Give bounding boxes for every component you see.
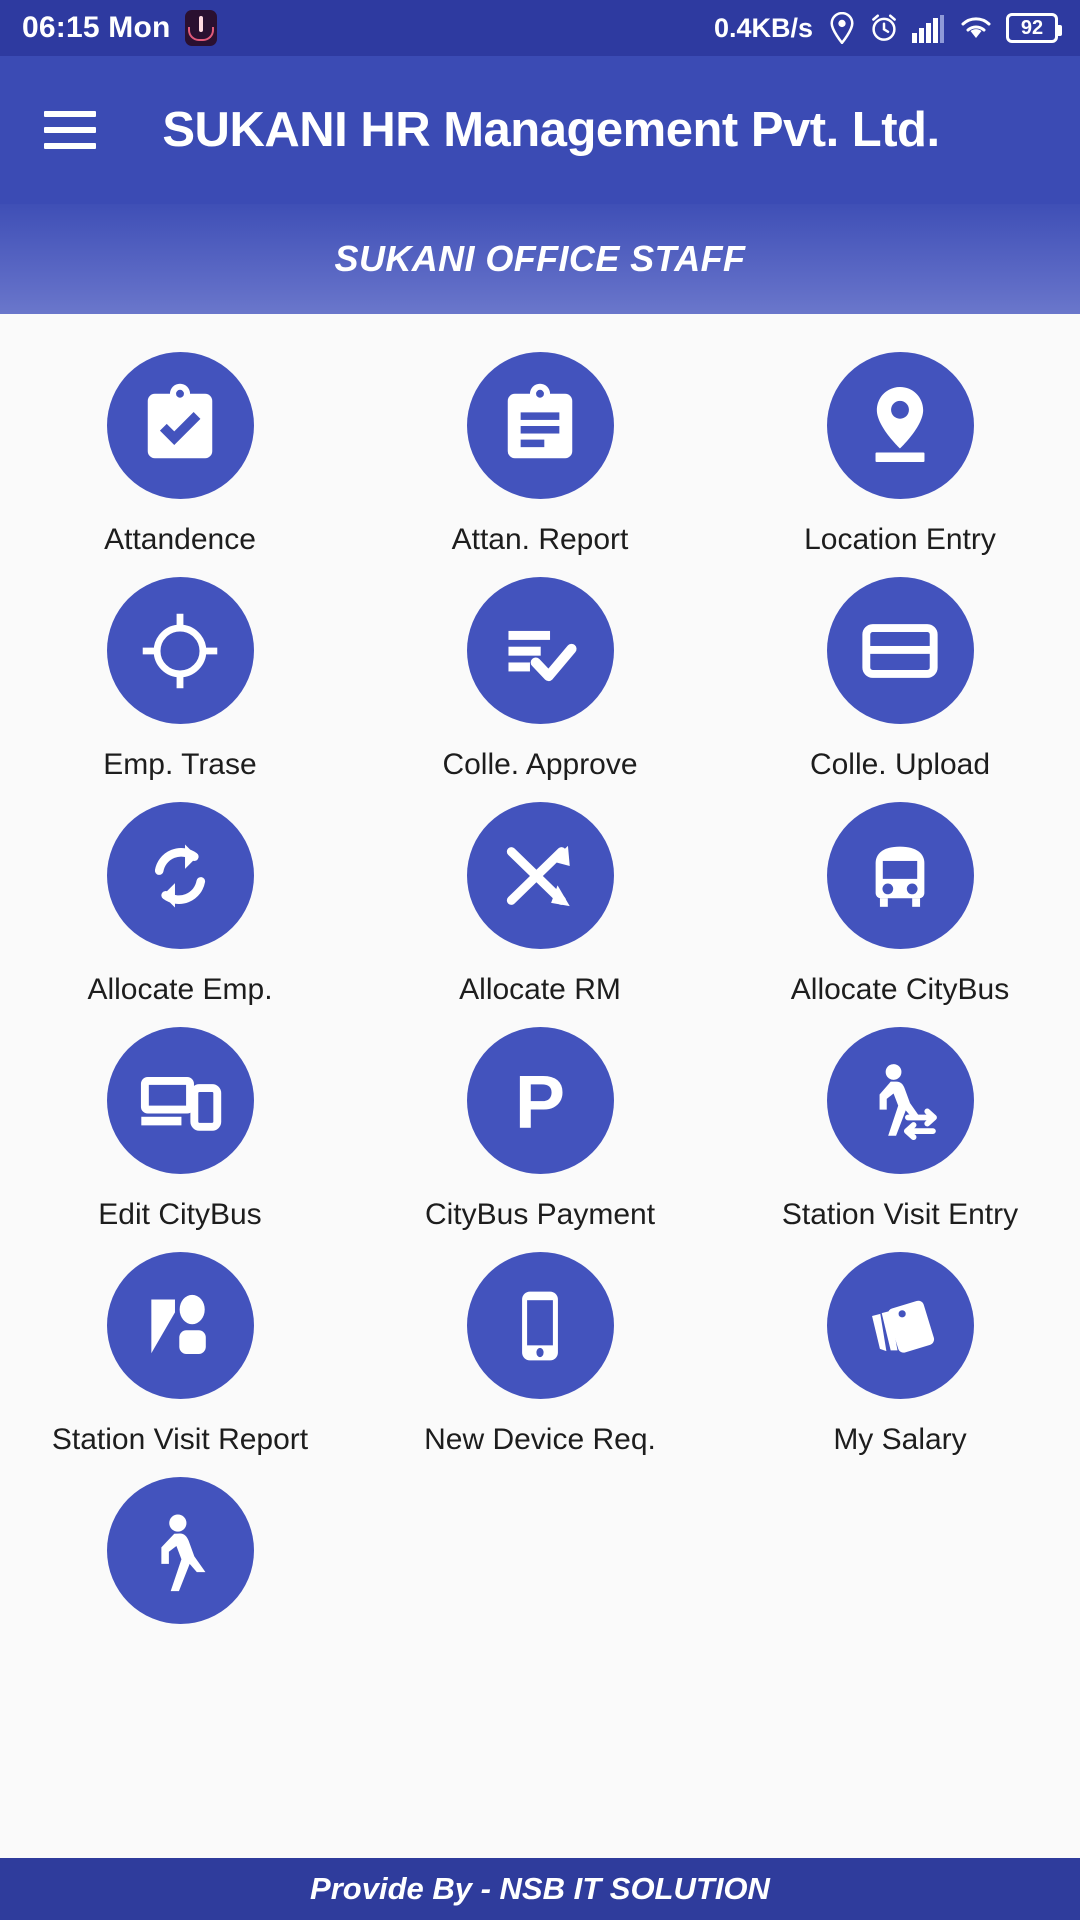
walking-person-transfer-icon[interactable] xyxy=(826,1027,974,1174)
menu-tile-label: Emp. Trase xyxy=(103,748,257,781)
crosshair-target-icon[interactable] xyxy=(106,577,254,724)
list-check-icon[interactable] xyxy=(466,577,614,724)
subtitle-label: SUKANI OFFICE STAFF xyxy=(334,238,746,279)
money-cards-icon[interactable] xyxy=(826,1252,974,1399)
mobile-phone-icon[interactable] xyxy=(466,1252,614,1399)
menu-tile[interactable]: My Salary xyxy=(720,1234,1080,1459)
menu-tile-label: Colle. Approve xyxy=(442,748,638,781)
menu-tile[interactable]: Colle. Upload xyxy=(720,559,1080,784)
menu-tile[interactable]: Allocate Emp. xyxy=(0,784,360,1009)
location-pin-icon[interactable] xyxy=(826,352,974,499)
menu-tile[interactable]: Emp. Trase xyxy=(0,559,360,784)
menu-tile[interactable]: Colle. Approve xyxy=(360,559,720,784)
menu-tile-label: Station Visit Report xyxy=(51,1423,309,1456)
signal-bars-icon xyxy=(912,13,946,43)
menu-tile[interactable]: Station Visit Entry xyxy=(720,1009,1080,1234)
menu-scroll-area[interactable]: Attandence Attan. Report Location Entry … xyxy=(0,314,1080,1858)
app-bar: SUKANI HR Management Pvt. Ltd. xyxy=(0,56,1080,204)
menu-tile-label: Attandence xyxy=(104,523,256,556)
menu-grid: Attandence Attan. Report Location Entry … xyxy=(0,314,1080,1684)
person-report-icon[interactable] xyxy=(106,1252,254,1399)
menu-tile[interactable]: Edit CityBus xyxy=(0,1009,360,1234)
svg-text:P: P xyxy=(515,1059,565,1143)
footer-bar: Provide By - NSB IT SOLUTION xyxy=(0,1858,1080,1920)
menu-tile[interactable]: Station Visit Report xyxy=(0,1234,360,1459)
location-pin-icon xyxy=(828,12,856,44)
shuffle-arrows-icon[interactable] xyxy=(466,802,614,949)
menu-tile-label: New Device Req. xyxy=(424,1423,656,1456)
hamburger-line xyxy=(44,143,96,149)
rocket-app-icon xyxy=(184,10,217,46)
menu-tile[interactable]: P CityBus Payment xyxy=(360,1009,720,1234)
menu-tile[interactable]: Attan. Report xyxy=(360,334,720,559)
wifi-icon xyxy=(959,14,993,42)
menu-tile-label: Location Entry xyxy=(804,523,996,556)
sync-arrows-icon[interactable] xyxy=(106,802,254,949)
menu-tile[interactable]: Attandence xyxy=(0,334,360,559)
status-clock: 06:15 Mon xyxy=(22,11,171,44)
subtitle-band: SUKANI OFFICE STAFF xyxy=(0,204,1080,314)
menu-tile-label: Attan. Report xyxy=(451,523,629,556)
footer-credit-label: Provide By - NSB IT SOLUTION xyxy=(310,1871,770,1906)
status-bar-left: 06:15 Mon xyxy=(22,10,217,46)
page-title: SUKANI HR Management Pvt. Ltd. xyxy=(162,103,940,157)
menu-tile-label: Allocate CityBus xyxy=(790,973,1010,1006)
menu-tile-label: My Salary xyxy=(833,1423,967,1456)
bus-icon[interactable] xyxy=(826,802,974,949)
status-bar: 06:15 Mon 0.4KB/s 92 xyxy=(0,0,1080,56)
menu-tile-label: Colle. Upload xyxy=(809,748,991,781)
status-bar-right: 0.4KB/s 92 xyxy=(713,12,1062,44)
walking-person-icon[interactable] xyxy=(106,1477,254,1624)
hamburger-menu-icon[interactable] xyxy=(44,111,96,149)
menu-tile[interactable]: Location Entry xyxy=(720,334,1080,559)
battery-indicator: 92 xyxy=(1006,13,1062,43)
parking-p-icon[interactable]: P xyxy=(466,1027,614,1174)
menu-tile[interactable]: Allocate RM xyxy=(360,784,720,1009)
devices-icon[interactable] xyxy=(106,1027,254,1174)
menu-tile-label: Allocate Emp. xyxy=(87,973,273,1006)
clipboard-list-icon[interactable] xyxy=(466,352,614,499)
menu-tile[interactable] xyxy=(0,1459,360,1684)
menu-tile-label: CityBus Payment xyxy=(424,1198,656,1231)
menu-tile[interactable]: New Device Req. xyxy=(360,1234,720,1459)
hamburger-line xyxy=(44,111,96,117)
alarm-clock-icon xyxy=(869,13,899,43)
battery-level-label: 92 xyxy=(1020,16,1044,39)
menu-tile-label: Station Visit Entry xyxy=(781,1198,1019,1231)
app-screen: 06:15 Mon 0.4KB/s 92 SUKANI HR Managemen… xyxy=(0,0,1080,1920)
clipboard-check-icon[interactable] xyxy=(106,352,254,499)
menu-tile-label: Edit CityBus xyxy=(98,1198,262,1231)
hamburger-line xyxy=(44,127,96,133)
menu-tile-label: Allocate RM xyxy=(459,973,621,1006)
network-speed-label: 0.4KB/s xyxy=(713,12,813,43)
credit-card-icon[interactable] xyxy=(826,577,974,724)
menu-tile[interactable]: Allocate CityBus xyxy=(720,784,1080,1009)
